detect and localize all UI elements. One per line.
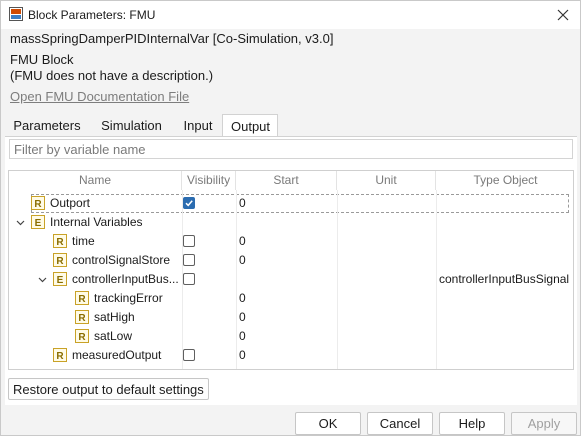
window-title: Block Parameters: FMU [28,8,156,22]
svg-text:R: R [78,332,86,343]
table-row[interactable]: E controllerInputBus... controllerInputB… [9,270,573,289]
visibility-checkbox[interactable] [183,197,195,209]
real-signal-icon: R [75,310,89,324]
row-focus-outline [31,194,569,213]
filter-input[interactable] [9,139,573,159]
checkmark-icon [185,200,193,207]
table-row[interactable]: R controlSignalStore 0 [9,251,573,270]
block-parameters-dialog: Block Parameters: FMU massSpringDamperPI… [0,0,581,436]
tab-parameters[interactable]: Parameters [5,114,89,137]
apply-button[interactable]: Apply [511,412,577,435]
real-signal-icon: R [75,329,89,343]
svg-text:R: R [56,256,64,267]
variable-name: Outport [50,196,91,210]
table-row[interactable]: R Outport 0 [9,194,573,213]
output-variables-table: Name Visibility Start Unit Type Object R… [8,170,574,370]
svg-text:E: E [35,218,42,229]
svg-text:R: R [34,199,42,210]
start-value[interactable]: 0 [239,194,246,213]
column-name[interactable]: Name [9,171,182,190]
svg-text:R: R [78,294,86,305]
dialog-footer: OK Cancel Help Apply [1,409,580,435]
tab-output[interactable]: Output [222,114,278,137]
variable-name: trackingError [94,291,163,305]
output-tab-panel: Name Visibility Start Unit Type Object R… [5,136,577,405]
table-header: Name Visibility Start Unit Type Object [9,171,573,190]
svg-text:R: R [78,313,86,324]
start-value[interactable]: 0 [239,308,246,327]
real-signal-icon: R [53,253,67,267]
column-divider [436,190,437,369]
group-name: Internal Variables [50,215,143,229]
variable-name: controlSignalStore [72,253,171,267]
table-row[interactable]: E Internal Variables [9,213,573,232]
block-description: (FMU does not have a description.) [10,68,214,83]
variable-name: satHigh [94,310,135,324]
close-icon [557,9,569,21]
column-unit[interactable]: Unit [337,171,436,190]
svg-text:E: E [57,275,64,286]
start-value[interactable]: 0 [239,289,246,308]
real-signal-icon: R [75,291,89,305]
column-start[interactable]: Start [236,171,337,190]
tab-simulation[interactable]: Simulation [89,114,174,137]
variable-name: measuredOutput [72,348,162,362]
svg-text:R: R [56,351,64,362]
table-row[interactable]: R measuredOutput 0 [9,346,573,365]
column-divider [337,190,338,369]
variable-name: controllerInputBus... [72,272,179,286]
table-row[interactable]: R trackingError 0 [9,289,573,308]
column-divider [182,190,183,369]
real-signal-icon: R [53,348,67,362]
close-button[interactable] [546,1,580,29]
title-bar: Block Parameters: FMU [1,1,580,29]
help-button[interactable]: Help [439,412,505,435]
visibility-checkbox[interactable] [183,273,195,285]
table-row[interactable]: R satHigh 0 [9,308,573,327]
column-visibility[interactable]: Visibility [182,171,236,190]
table-row[interactable]: R satLow 0 [9,327,573,346]
visibility-checkbox[interactable] [183,254,195,266]
visibility-checkbox[interactable] [183,349,195,361]
column-type-object[interactable]: Type Object [436,171,573,190]
type-object-value[interactable]: controllerInputBusSignal [439,270,569,289]
variable-name: satLow [94,329,133,343]
start-value[interactable]: 0 [239,346,246,365]
chevron-down-icon[interactable] [37,274,48,285]
block-name: FMU Block [10,52,74,67]
documentation-link[interactable]: Open FMU Documentation File [10,89,189,104]
bus-element-icon: E [53,272,67,286]
real-signal-icon: R [53,234,67,248]
start-value[interactable]: 0 [239,251,246,270]
bus-element-icon: E [31,215,45,229]
chevron-down-icon[interactable] [15,217,26,228]
column-divider [236,190,237,369]
simulink-block-icon [9,7,23,21]
start-value[interactable]: 0 [239,327,246,346]
tab-input[interactable]: Input [174,114,222,137]
restore-defaults-button[interactable]: Restore output to default settings [8,378,209,400]
start-value[interactable]: 0 [239,232,246,251]
table-row[interactable]: R time 0 [9,232,573,251]
visibility-checkbox[interactable] [183,235,195,247]
model-description: massSpringDamperPIDInternalVar [Co-Simul… [10,31,334,46]
svg-text:R: R [56,237,64,248]
real-signal-icon: R [31,196,45,210]
ok-button[interactable]: OK [295,412,361,435]
cancel-button[interactable]: Cancel [367,412,433,435]
variable-name: time [72,234,95,248]
tab-bar: Parameters Simulation Input Output [5,114,278,137]
